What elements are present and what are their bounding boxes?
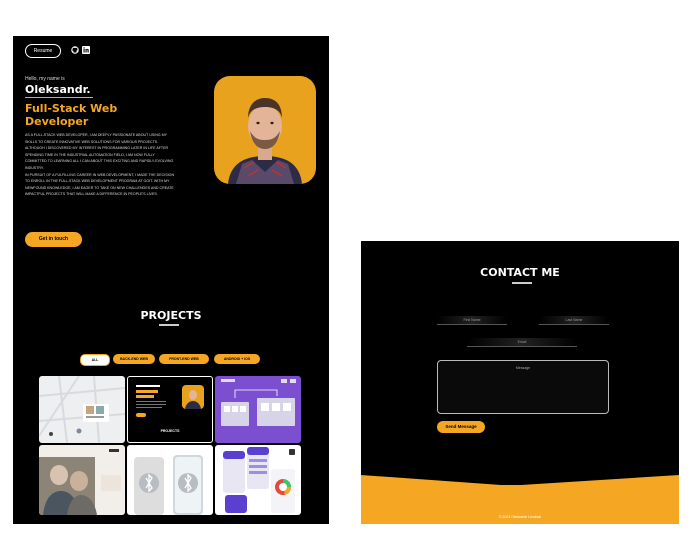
project-card[interactable]: PROJECTS: [127, 376, 213, 443]
last-name-field[interactable]: Last Name: [539, 316, 609, 325]
email-field[interactable]: Email: [467, 338, 577, 347]
contact-panel: CONTACT ME First Name Last Name Email Me…: [361, 241, 679, 524]
card-projects-label: PROJECTS: [160, 429, 180, 433]
bio-text: As a full-stack web developer, I am deep…: [25, 132, 175, 198]
message-textarea[interactable]: Message: [437, 360, 609, 414]
bio-paragraph: In pursuit of a fulfilling career in web…: [25, 172, 175, 197]
role-line-2: Developer: [25, 115, 89, 128]
send-message-button[interactable]: Send Message: [437, 421, 485, 433]
developer-role: Full-Stack Web Developer: [25, 102, 155, 128]
greeting-text: Hello, my name is: [25, 76, 65, 82]
developer-name: Oleksandr.: [25, 83, 91, 96]
project-card[interactable]: [39, 376, 125, 443]
project-card[interactable]: [215, 445, 301, 515]
name-underline: [25, 97, 93, 98]
github-icon[interactable]: [71, 46, 79, 54]
filter-front-end[interactable]: Front-end web: [159, 354, 209, 364]
footer-copyright: © 2023 Oleksandr Levchuk: [498, 515, 542, 519]
profile-photo: [214, 76, 316, 184]
role-line-1: Full-Stack Web: [25, 102, 118, 115]
filter-back-end[interactable]: Back-end web: [113, 354, 155, 364]
portfolio-home-panel: Resume Hello, my name is Oleksandr. Full…: [13, 36, 329, 524]
projects-title: PROJECTS: [140, 309, 202, 322]
bio-paragraph: As a full-stack web developer, I am deep…: [25, 133, 174, 170]
get-in-touch-button[interactable]: Get in touch: [25, 232, 82, 247]
message-placeholder: Message: [515, 366, 531, 370]
linkedin-icon[interactable]: [82, 46, 90, 54]
project-card[interactable]: [215, 376, 301, 443]
contact-title-underline: [512, 282, 532, 284]
filter-all[interactable]: All: [80, 354, 110, 366]
projects-title-underline: [159, 324, 179, 326]
resume-button[interactable]: Resume: [25, 44, 61, 58]
project-card[interactable]: [127, 445, 213, 515]
contact-title: CONTACT ME: [480, 266, 560, 279]
filter-android-ios[interactable]: Android + iOS: [214, 354, 260, 364]
project-card[interactable]: [39, 445, 125, 515]
first-name-field[interactable]: First Name: [437, 316, 507, 325]
